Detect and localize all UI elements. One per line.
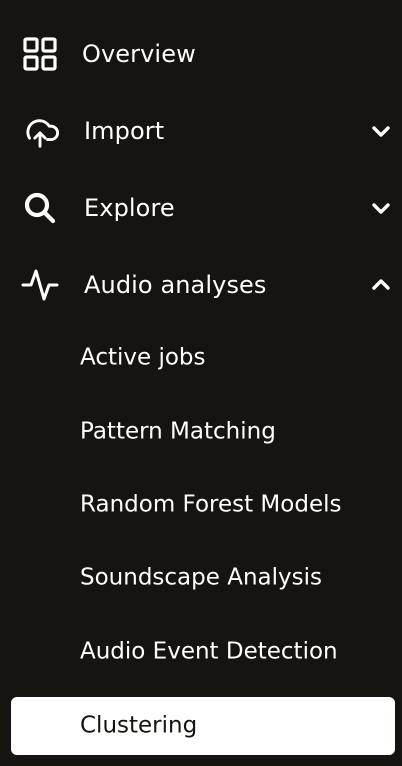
subnav-item-label: Pattern Matching (80, 418, 276, 445)
nav-item-label: Audio analyses (84, 271, 267, 299)
chevron-up-icon[interactable] (368, 272, 394, 298)
nav-item-label: Overview (82, 40, 196, 68)
chevron-down-icon[interactable] (368, 195, 394, 221)
search-icon (20, 188, 60, 228)
subnav-item-pattern-matching[interactable]: Pattern Matching (0, 404, 402, 460)
chevron-down-icon[interactable] (368, 118, 394, 144)
sidebar-nav: Overview Import Explore Audio analyses A… (0, 0, 402, 766)
nav-item-label: Import (84, 117, 165, 145)
grid-icon (20, 34, 60, 74)
subnav-item-random-forest-models[interactable]: Random Forest Models (0, 477, 402, 533)
nav-item-label: Explore (84, 194, 175, 222)
nav-item-audio-analyses[interactable]: Audio analyses (0, 255, 402, 315)
subnav-item-clustering[interactable]: Clustering (11, 697, 395, 755)
cloud-upload-icon (20, 111, 60, 151)
nav-item-explore[interactable]: Explore (0, 178, 402, 238)
subnav-item-audio-event-detection[interactable]: Audio Event Detection (0, 624, 402, 680)
nav-item-overview[interactable]: Overview (0, 24, 402, 84)
subnav-item-label: Audio Event Detection (80, 638, 338, 665)
subnav-item-label: Active jobs (80, 344, 206, 371)
subnav-item-label: Soundscape Analysis (80, 564, 322, 591)
activity-icon (20, 265, 60, 305)
subnav-item-label: Clustering (80, 712, 198, 739)
subnav-item-label: Random Forest Models (80, 491, 342, 518)
subnav-item-active-jobs[interactable]: Active jobs (0, 330, 402, 386)
nav-item-import[interactable]: Import (0, 101, 402, 161)
subnav-item-soundscape-analysis[interactable]: Soundscape Analysis (0, 550, 402, 606)
